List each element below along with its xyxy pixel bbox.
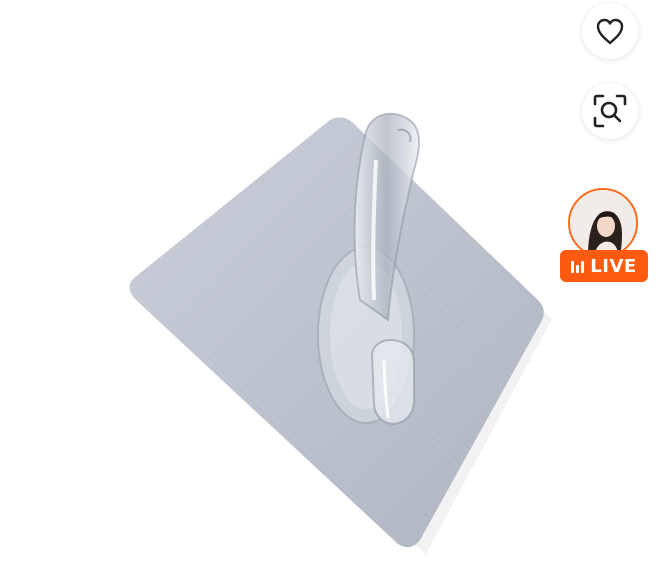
live-stream-entry[interactable]: LIVE [560,188,648,283]
image-search-icon [593,94,627,128]
live-badge: LIVE [560,250,648,282]
heart-icon [596,18,624,45]
product-photo[interactable] [0,0,668,587]
image-search-button[interactable] [582,83,638,139]
product-image-viewer: LIVE [0,0,668,587]
favorite-button[interactable] [582,3,638,59]
live-label: LIVE [590,255,637,277]
live-bars-icon [571,259,585,273]
live-host-avatar [568,188,638,258]
